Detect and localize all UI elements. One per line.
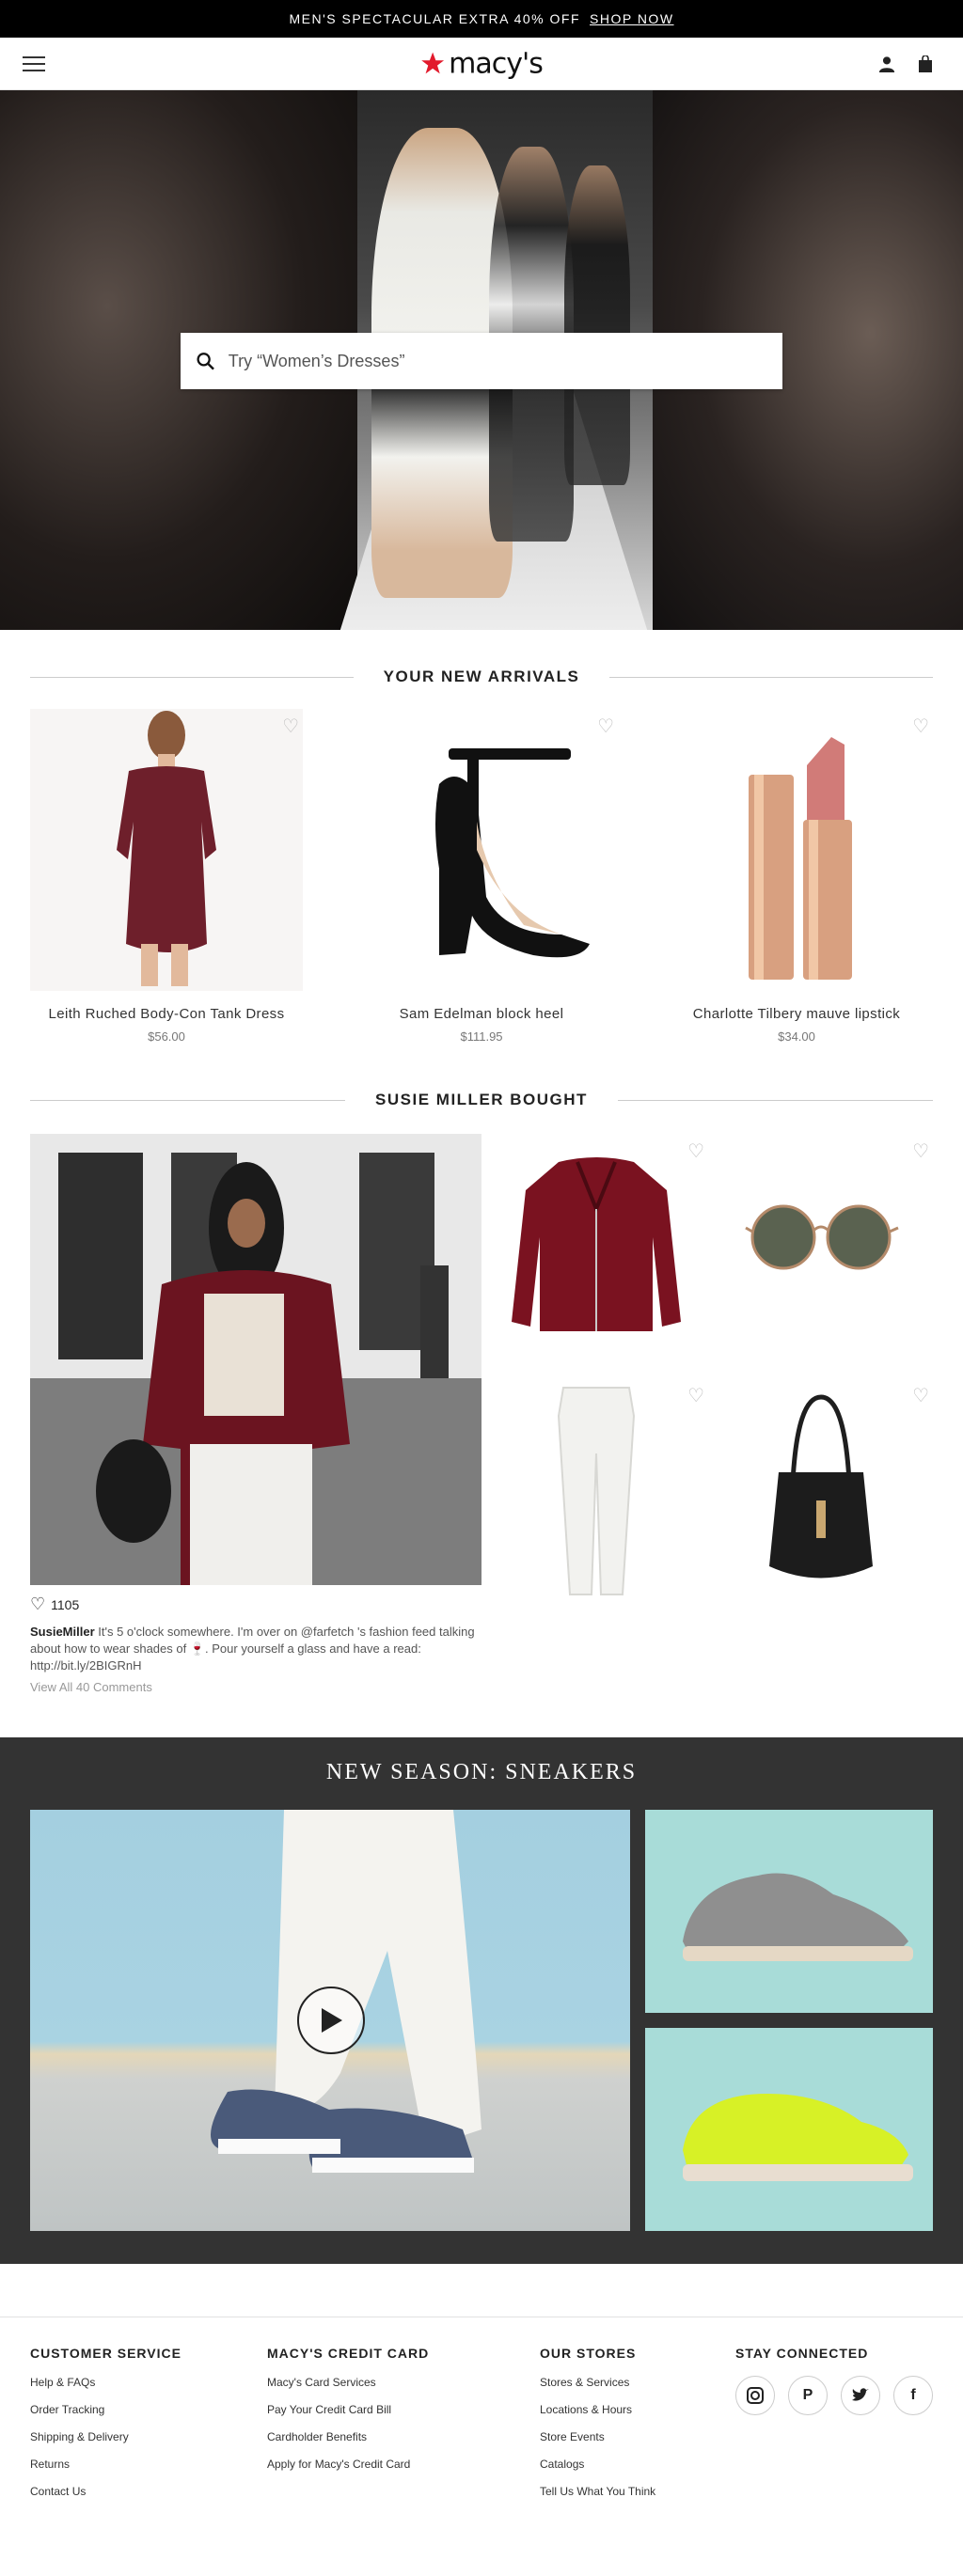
footer-our-stores: OUR STORES Stores & Services Locations &… — [540, 2346, 735, 2512]
post-caption: SusieMiller It's 5 o'clock somewhere. I'… — [30, 1624, 482, 1674]
dress-image — [30, 709, 303, 991]
bag-icon[interactable] — [918, 55, 933, 72]
footer-col-title: OUR STORES — [540, 2346, 637, 2361]
product-card[interactable]: ♡ Sam Edelman block heel $111.95 — [345, 709, 618, 1044]
bag-image — [769, 1394, 873, 1579]
favorite-icon[interactable]: ♡ — [687, 1384, 704, 1407]
facebook-icon[interactable]: f — [893, 2376, 933, 2415]
star-icon — [421, 52, 445, 74]
product-price: $111.95 — [460, 1029, 503, 1044]
sneaker-video[interactable] — [30, 1810, 630, 2231]
sunglasses-image — [745, 1204, 899, 1270]
favorite-icon[interactable]: ♡ — [597, 715, 614, 738]
street-photo — [30, 1134, 482, 1585]
footer-customer-service: CUSTOMER SERVICE Help & FAQs Order Track… — [30, 2346, 267, 2512]
sneakers-section: NEW SEASON: SNEAKERS — [0, 1737, 963, 2264]
footer-link[interactable]: Tell Us What You Think — [540, 2485, 735, 2498]
view-comments-link[interactable]: View All 40 Comments — [30, 1680, 482, 1694]
footer-link[interactable]: Shipping & Delivery — [30, 2430, 267, 2443]
product-image-dress[interactable]: ♡ — [30, 709, 303, 991]
neon-sneaker-image — [683, 2094, 913, 2181]
jacket-image — [512, 1157, 681, 1331]
footer-link[interactable]: Apply for Macy's Credit Card — [267, 2458, 540, 2471]
product-price: $56.00 — [148, 1029, 185, 1044]
footer-credit-card: MACY'S CREDIT CARD Macy's Card Services … — [267, 2346, 540, 2512]
susie-header: SUSIE MILLER BOUGHT — [30, 1091, 933, 1109]
footer-link[interactable]: Store Events — [540, 2430, 735, 2443]
sneaker-neon[interactable] — [645, 2028, 933, 2231]
promo-banner: MEN'S SPECTACULAR EXTRA 40% OFF SHOP NOW — [0, 0, 963, 38]
footer-link[interactable]: Locations & Hours — [540, 2403, 735, 2416]
product-name[interactable]: Leith Ruched Body-Con Tank Dress — [30, 1006, 303, 1022]
account-icon[interactable] — [878, 55, 895, 72]
likes-count: 1105 — [51, 1596, 80, 1612]
hero-banner — [0, 90, 963, 630]
footer-link[interactable]: Macy's Card Services — [267, 2376, 540, 2389]
post-username[interactable]: SusieMiller — [30, 1625, 95, 1639]
site-footer: CUSTOMER SERVICE Help & FAQs Order Track… — [0, 2317, 963, 2512]
footer-link[interactable]: Returns — [30, 2458, 267, 2471]
footer-link[interactable]: Pay Your Credit Card Bill — [267, 2403, 540, 2416]
favorite-icon[interactable]: ♡ — [912, 1139, 929, 1163]
favorite-icon[interactable]: ♡ — [912, 1384, 929, 1407]
footer-link[interactable]: Cardholder Benefits — [267, 2430, 540, 2443]
search-input[interactable] — [228, 351, 767, 371]
instagram-photo[interactable] — [30, 1134, 482, 1585]
footer-link[interactable]: Help & FAQs — [30, 2376, 267, 2389]
instagram-icon[interactable] — [735, 2376, 775, 2415]
footer-col-title: CUSTOMER SERVICE — [30, 2346, 182, 2361]
susie-products: ♡ ♡ ♡ ♡ — [502, 1134, 933, 1694]
product-price: $34.00 — [778, 1029, 815, 1044]
site-header: macy's — [0, 38, 963, 90]
sneakers-title: NEW SEASON: SNEAKERS — [325, 1760, 638, 1784]
runway-model — [564, 165, 630, 485]
search-icon[interactable] — [196, 351, 215, 371]
footer-link[interactable]: Stores & Services — [540, 2376, 735, 2389]
product-bag[interactable]: ♡ — [727, 1378, 933, 1623]
section-title: SUSIE MILLER BOUGHT — [375, 1091, 588, 1108]
grey-sneaker-image — [683, 1873, 913, 1961]
logo-text: macy's — [449, 47, 544, 80]
sneaker-grey[interactable] — [645, 1810, 933, 2013]
likes-row: ♡ 1105 — [30, 1594, 482, 1614]
search-bar[interactable] — [181, 333, 782, 389]
favorite-icon[interactable]: ♡ — [912, 715, 929, 738]
promo-text: MEN'S SPECTACULAR EXTRA 40% OFF — [289, 11, 580, 26]
product-sunglasses[interactable]: ♡ — [727, 1134, 933, 1378]
product-name[interactable]: Charlotte Tilbery mauve lipstick — [660, 1006, 933, 1022]
heart-icon[interactable]: ♡ — [30, 1594, 45, 1614]
footer-link[interactable]: Order Tracking — [30, 2403, 267, 2416]
section-title: YOUR NEW ARRIVALS — [383, 668, 580, 685]
shop-now-link[interactable]: SHOP NOW — [590, 11, 674, 26]
macys-logo[interactable]: macy's — [420, 47, 544, 80]
footer-stay-connected: STAY CONNECTED P f — [735, 2346, 933, 2512]
jeans-image — [557, 1387, 636, 1595]
footer-col-title: STAY CONNECTED — [735, 2346, 869, 2361]
product-jeans[interactable]: ♡ — [502, 1378, 708, 1623]
product-image-heel[interactable]: ♡ — [345, 709, 618, 991]
wine-glass-icon: 🍷 — [189, 1641, 206, 1656]
menu-icon[interactable] — [23, 55, 45, 71]
footer-link[interactable]: Catalogs — [540, 2458, 735, 2471]
product-image-lipstick[interactable]: ♡ — [660, 709, 933, 991]
favorite-icon[interactable]: ♡ — [687, 1139, 704, 1163]
favorite-icon[interactable]: ♡ — [282, 715, 299, 738]
heel-image — [345, 709, 618, 991]
lipstick-image — [660, 709, 933, 991]
product-name[interactable]: Sam Edelman block heel — [345, 1006, 618, 1022]
play-button[interactable] — [297, 1987, 365, 2054]
product-card[interactable]: ♡ Charlotte Tilbery mauve lipstick $34.0… — [660, 709, 933, 1044]
play-icon — [322, 2008, 342, 2033]
twitter-icon[interactable] — [841, 2376, 880, 2415]
product-card[interactable]: ♡ Leith Ruched Body-Con Tank Dress $56.0… — [30, 709, 303, 1044]
new-arrivals-list: ♡ Leith Ruched Body-Con Tank Dress $56.0… — [0, 709, 963, 1044]
footer-link[interactable]: Contact Us — [30, 2485, 267, 2498]
footer-col-title: MACY'S CREDIT CARD — [267, 2346, 430, 2361]
new-arrivals-header: YOUR NEW ARRIVALS — [30, 668, 934, 686]
product-jacket[interactable]: ♡ — [502, 1134, 708, 1378]
susie-section: ♡ 1105 SusieMiller It's 5 o'clock somewh… — [0, 1134, 963, 1694]
pinterest-icon[interactable]: P — [788, 2376, 828, 2415]
